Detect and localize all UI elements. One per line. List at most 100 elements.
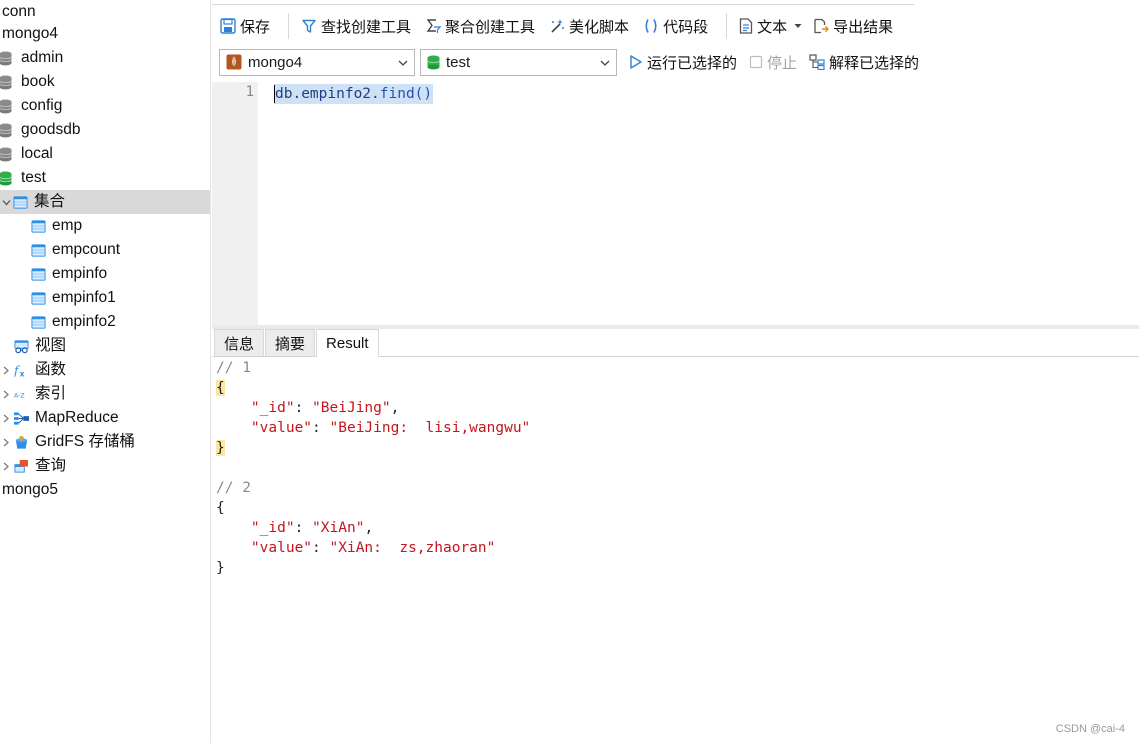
export-results-button[interactable]: 导出结果 [809,12,897,40]
run-selected-label: 运行已选择的 [647,54,738,72]
tree-collection-empcount[interactable]: empcount [0,238,210,262]
tree-group-indexes[interactable]: A-Z 索引 [0,382,210,406]
view-icon [14,339,29,353]
beautify-button[interactable]: 美化脚本 [545,12,633,40]
field-key: "_id" [250,400,295,416]
code-text-function: find() [379,86,433,102]
connection-select[interactable]: mongo4 [219,48,415,76]
tree-label: MapReduce [35,409,119,426]
stop-label: 停止 [767,54,798,72]
tree-group-mapreduce[interactable]: MapReduce [0,406,210,430]
tree-db-config[interactable]: config [0,94,210,118]
field-key: "value" [250,420,313,436]
result-comment: // 1 [216,360,251,376]
tree-collection-empinfo2[interactable]: empinfo2 [0,310,210,334]
tree-group-views[interactable]: 视图 [0,334,210,358]
index-az-icon: A-Z [14,392,25,399]
tree-collection-empinfo[interactable]: empinfo [0,262,210,286]
chevron-down-icon[interactable] [1,197,11,207]
collection-icon [31,267,46,281]
tree-label: empinfo2 [52,313,116,330]
open-brace: { [216,380,225,396]
tree-connection-conn[interactable]: conn [0,0,210,24]
tree-db-book[interactable]: book [0,70,210,94]
code-area[interactable]: db.empinfo2.find() [258,82,1139,325]
collection-icon [31,315,46,329]
database-select[interactable]: test [420,48,617,76]
beautify-label: 美化脚本 [569,18,630,36]
tree-db-local[interactable]: local [0,142,210,166]
tree-label: 函数 [35,361,67,378]
tree-label: mongo5 [2,481,59,498]
text-mode-label: 文本 [757,18,788,36]
chevron-right-icon[interactable] [0,389,10,399]
tree-connection-mongo4[interactable]: mongo4 [0,22,210,46]
function-icon: fx [14,363,25,377]
toolbar-divider [288,13,290,39]
aggregate-builder-button[interactable]: 聚合创建工具 [421,12,539,40]
database-active-icon [0,171,12,185]
tree-label: empinfo1 [52,289,116,306]
snippet-button[interactable]: 代码段 [639,12,712,40]
collection-folder-icon [13,195,28,209]
stop-button[interactable]: 停止 [745,48,801,76]
tab-strip-edge [212,0,914,5]
save-button[interactable]: 保存 [216,12,274,40]
chevron-right-icon[interactable] [0,365,10,375]
tree-db-goodsdb[interactable]: goodsdb [0,118,210,142]
result-comment: // 2 [216,480,251,496]
database-icon [0,147,12,161]
chevron-right-icon[interactable] [0,413,10,423]
tree-collection-empinfo1[interactable]: empinfo1 [0,286,210,310]
tree-db-admin[interactable]: admin [0,46,210,70]
tree-collection-emp[interactable]: emp [0,214,210,238]
result-field-value: "value": "BeiJing: lisi,wangwu" [250,420,531,436]
tree-label: admin [21,49,64,66]
run-selected-button[interactable]: 运行已选择的 [625,48,741,76]
chevron-right-icon[interactable] [0,461,10,471]
text-mode-dropdown[interactable]: 文本 [735,12,807,40]
tree-label: goodsdb [21,121,81,138]
tree-label: conn [2,3,36,20]
snippet-label: 代码段 [663,18,709,36]
chevron-down-icon [600,60,610,66]
stop-icon [749,55,763,69]
query-toolbar: mongo4 test 运行已选择的 停止 解释已选择的 [212,46,1139,78]
query-editor[interactable]: 1 db.empinfo2.find() [212,82,1139,325]
field-value: "BeiJing" [312,400,391,416]
tree-group-functions[interactable]: fx 函数 [0,358,210,382]
aggregate-builder-label: 聚合创建工具 [445,18,536,36]
close-brace: } [216,560,225,576]
editor-toolbar: 保存 查找创建工具 聚合创建工具 美化脚本 代码段 文本 导出结果 [212,8,1139,44]
tab-info[interactable]: 信息 [214,329,265,356]
caret-down-icon [794,24,802,28]
chevron-right-icon[interactable] [0,437,10,447]
tab-result[interactable]: Result [316,329,379,357]
tree-connection-mongo5[interactable]: mongo5 [0,478,210,502]
tree-group-queries[interactable]: 查询 [0,454,210,478]
tree-db-test[interactable]: test [0,166,210,190]
database-icon [0,51,12,65]
result-pane[interactable]: // 1 { "_id": "BeiJing", "value": "BeiJi… [212,357,1139,743]
database-icon [0,75,12,89]
object-tree: conn mongo4 admin book config goodsdb lo… [0,0,211,743]
tree-group-gridfs[interactable]: GridFS 存储桶 [0,430,210,454]
export-icon [814,18,830,34]
collection-icon [31,243,46,257]
magic-wand-icon [551,19,565,33]
query-icon [14,459,29,473]
chevron-down-icon [398,60,408,66]
open-brace: { [216,500,225,516]
explain-selected-button[interactable]: 解释已选择的 [805,48,923,76]
toolbar-divider [726,13,728,39]
tree-group-collections[interactable]: 集合 [0,190,210,214]
tree-label: 查询 [35,457,67,474]
find-builder-button[interactable]: 查找创建工具 [297,12,415,40]
tree-label: book [21,73,55,90]
mapreduce-icon [14,411,29,425]
database-value: test [446,53,471,71]
tab-summary[interactable]: 摘要 [265,329,316,356]
code-line[interactable]: db.empinfo2.find() [274,84,434,104]
sigma-funnel-icon [426,19,442,33]
close-brace: } [216,440,225,456]
